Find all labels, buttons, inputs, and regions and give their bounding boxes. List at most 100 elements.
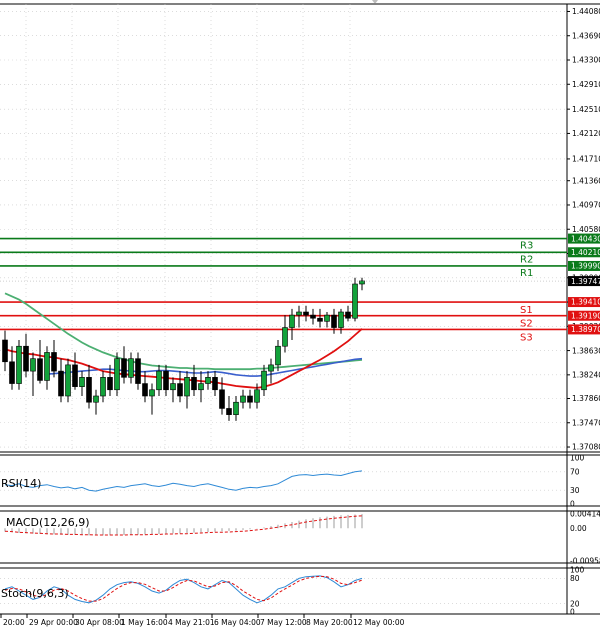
price-tick-label: 1.37860 xyxy=(572,394,600,403)
candle-up xyxy=(268,364,274,372)
price-tick-label: 1.40970 xyxy=(572,201,600,210)
price-tick-label: 1.42510 xyxy=(572,105,600,114)
candle-up xyxy=(324,314,330,322)
level-price-badge-text: 1.39990 xyxy=(571,262,600,271)
candle-up xyxy=(100,377,106,397)
candle-up xyxy=(282,327,288,347)
candle-up xyxy=(128,358,134,378)
candle-up xyxy=(205,377,211,384)
candle-up xyxy=(296,311,302,316)
candle-up xyxy=(93,395,99,403)
candle-up xyxy=(289,314,295,328)
candle-down xyxy=(303,311,309,316)
candle-up xyxy=(30,358,36,372)
candle-up xyxy=(44,352,50,381)
level-label-r1: R1 xyxy=(520,268,533,279)
candle-up xyxy=(65,364,71,397)
candle-down xyxy=(86,377,92,403)
macd-panel-title: MACD(12,26,9) xyxy=(6,516,90,529)
candle-down xyxy=(58,370,64,397)
level-price-badge-text: 1.39190 xyxy=(571,311,600,320)
time-tick-label: 30 Apr 08:00 xyxy=(75,618,124,627)
price-tick-label: 1.41710 xyxy=(572,155,600,164)
candle-up xyxy=(261,370,267,391)
stoch-tick-label: 80 xyxy=(570,574,580,583)
time-tick-label: 4 May 21:01 xyxy=(168,618,215,627)
price-tick-label: 1.42120 xyxy=(572,129,600,138)
macd-tick-label: -0.009585 xyxy=(570,557,600,566)
candle-down xyxy=(310,314,316,319)
candle-up xyxy=(184,377,190,397)
level-label-r2: R2 xyxy=(520,254,533,265)
price-tick-label: 1.43300 xyxy=(572,56,600,65)
rsi-tick-label: 0 xyxy=(570,500,575,509)
candle-down xyxy=(331,314,337,328)
candle-up xyxy=(114,358,120,391)
candle-up xyxy=(198,383,204,391)
candle-down xyxy=(9,361,15,384)
price-tick-label: 1.37470 xyxy=(572,418,600,427)
time-tick-label: 29 Apr 00:00 xyxy=(29,618,78,627)
stoch-panel-title: Stoch(9,6,3) xyxy=(1,587,69,600)
candle-down xyxy=(247,395,253,403)
price-tick-label: 1.38240 xyxy=(572,371,600,380)
candle-up xyxy=(338,311,344,328)
candle-down xyxy=(37,358,43,381)
candle-down xyxy=(212,377,218,391)
rsi-panel-title: RSI(14) xyxy=(1,477,41,490)
candle-down xyxy=(121,358,127,378)
candle-up xyxy=(254,389,260,403)
candle-down xyxy=(51,352,57,372)
macd-tick-label: 0.00 xyxy=(570,524,587,533)
candle-down xyxy=(226,408,232,415)
candle-down xyxy=(23,345,29,372)
candle-up xyxy=(170,383,176,391)
level-price-badge-text: 1.39410 xyxy=(571,298,600,307)
candle-up xyxy=(79,377,85,387)
price-tick-label: 1.43690 xyxy=(572,31,600,40)
candle-down xyxy=(107,377,113,391)
rsi-tick-label: 70 xyxy=(570,468,580,477)
chart-root: 1.44080 1.43690 1.43300 1.42910 1.42510 1.421… xyxy=(0,0,600,630)
time-tick-label: 1 May 16:00 xyxy=(121,618,168,627)
candle-down xyxy=(72,364,78,387)
candle-down xyxy=(142,383,148,397)
rsi-tick-label: 30 xyxy=(570,486,580,495)
level-label-s1: S1 xyxy=(520,305,533,316)
candle-up xyxy=(240,395,246,403)
level-label-s2: S2 xyxy=(520,319,533,330)
candle-down xyxy=(219,389,225,409)
candle-down xyxy=(191,377,197,391)
price-tick-label: 1.38630 xyxy=(572,346,600,355)
level-price-badge-text: 1.40430 xyxy=(571,234,600,243)
candle-up xyxy=(16,345,22,384)
candle-up xyxy=(233,401,239,415)
level-price-badge-text: 1.38970 xyxy=(571,325,600,334)
level-label-s3: S3 xyxy=(520,332,533,343)
chart-canvas: 1.44080 1.43690 1.43300 1.42910 1.42510 1.421… xyxy=(0,0,600,630)
candle-down xyxy=(317,317,323,322)
macd-tick-label: 0.004149 xyxy=(570,510,600,519)
price-tick-label: 1.44080 xyxy=(572,7,600,16)
time-tick-label: 8 May 20:00 xyxy=(306,618,353,627)
time-tick-label: 6 May 04:00 xyxy=(214,618,261,627)
current-price-badge-text: 1.39747 xyxy=(571,277,600,286)
level-price-badge-text: 1.40210 xyxy=(571,248,600,257)
price-tick-label: 1.41360 xyxy=(572,176,600,185)
candle-down xyxy=(163,370,169,391)
candle-up xyxy=(149,389,155,397)
time-tick-label: 12 May 00:00 xyxy=(353,618,405,627)
time-tick-label: 7 May 12:00 xyxy=(260,618,307,627)
candle-up xyxy=(359,280,365,285)
price-tick-label: 1.37080 xyxy=(572,443,600,452)
time-tick-label: 20:00 xyxy=(3,618,25,627)
candle-up xyxy=(352,283,358,319)
stoch-tick-label: 0 xyxy=(570,608,575,617)
level-label-r3: R3 xyxy=(520,241,533,252)
candle-down xyxy=(2,339,8,363)
candle-down xyxy=(345,311,351,319)
price-tick-label: 1.40580 xyxy=(572,225,600,234)
candle-down xyxy=(135,358,141,384)
price-tick-label: 1.42910 xyxy=(572,80,600,89)
rsi-tick-label: 100 xyxy=(570,454,585,463)
